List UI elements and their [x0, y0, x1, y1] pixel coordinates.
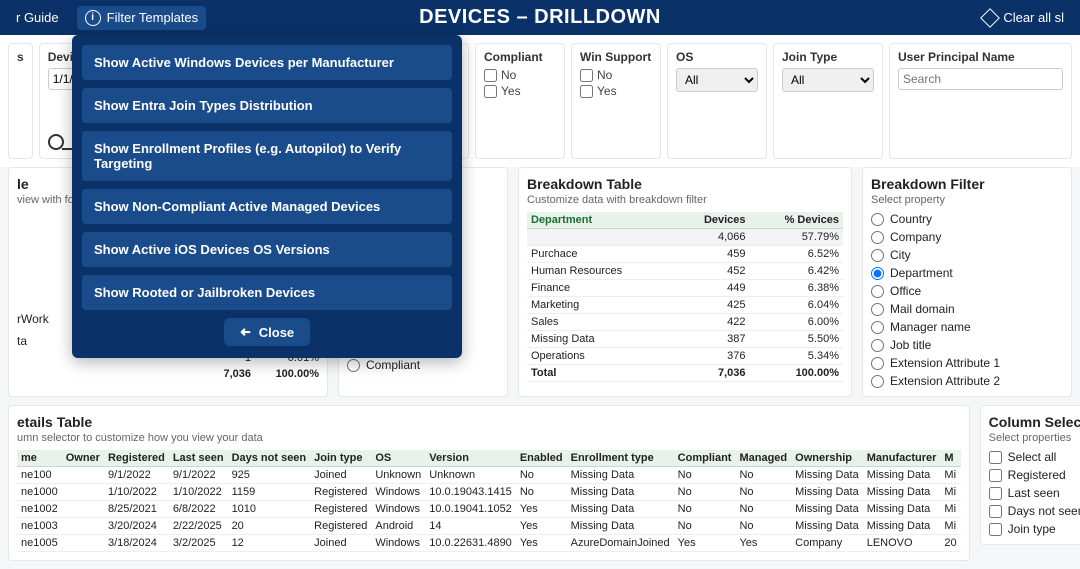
- column-header[interactable]: Join type: [310, 450, 371, 467]
- table-row[interactable]: Finance4496.38%: [527, 280, 843, 297]
- column-header[interactable]: M: [940, 450, 960, 467]
- extra-compliant[interactable]: Compliant: [347, 358, 499, 372]
- column-header[interactable]: Last seen: [169, 450, 228, 467]
- breakdown-filter-option[interactable]: Extension Attribute 1: [871, 356, 1063, 370]
- filter-templates-label: Filter Templates: [107, 10, 199, 25]
- table-row[interactable]: Human Resources4526.42%: [527, 263, 843, 280]
- column-selector-panel: Column Selector Select properties Select…: [980, 405, 1080, 545]
- winsupport-no[interactable]: No: [580, 68, 652, 82]
- compliant-yes[interactable]: Yes: [484, 84, 556, 98]
- template-item[interactable]: Show Enrollment Profiles (e.g. Autopilot…: [82, 131, 452, 181]
- user-guide-button[interactable]: r Guide: [8, 6, 67, 29]
- table-row[interactable]: ne10033/20/20242/22/202520RegisteredAndr…: [17, 518, 961, 535]
- column-selector-option[interactable]: Select all: [989, 450, 1080, 464]
- column-header[interactable]: Registered: [104, 450, 169, 467]
- column-header[interactable]: Enabled: [516, 450, 567, 467]
- clear-all-button[interactable]: Clear all sl: [975, 6, 1072, 29]
- table-row[interactable]: Sales4226.00%: [527, 314, 843, 331]
- column-selector-option[interactable]: Registered: [989, 468, 1080, 482]
- upn-search-input[interactable]: [898, 68, 1063, 90]
- winsupport-yes[interactable]: Yes: [580, 84, 652, 98]
- info-icon: i: [85, 10, 101, 26]
- column-header[interactable]: me: [17, 450, 62, 467]
- table-row[interactable]: 4,06657.79%: [527, 229, 843, 246]
- table-row[interactable]: Operations3765.34%: [527, 348, 843, 365]
- column-header[interactable]: Compliant: [674, 450, 736, 467]
- clear-label: Clear all sl: [1003, 10, 1064, 25]
- table-row[interactable]: Purchace4596.52%: [527, 246, 843, 263]
- table-row[interactable]: ne10001/10/20221/10/20221159RegisteredWi…: [17, 484, 961, 501]
- breakdown-table: Department Devices % Devices 4,06657.79%…: [527, 212, 843, 382]
- filter-winsupport: Win Support No Yes: [571, 43, 661, 159]
- details-table: meOwnerRegisteredLast seenDays not seenJ…: [17, 450, 961, 552]
- os-select[interactable]: All: [676, 68, 758, 92]
- breakdown-filter-option[interactable]: Mail domain: [871, 302, 1063, 316]
- filter-upn: User Principal Name: [889, 43, 1072, 159]
- breakdown-filter-option[interactable]: Department: [871, 266, 1063, 280]
- back-arrow-icon: ➜: [240, 324, 251, 340]
- breakdown-filter-option[interactable]: Extension Attribute 2: [871, 374, 1063, 388]
- table-row[interactable]: Marketing4256.04%: [527, 297, 843, 314]
- filter-templates-overlay: Show Active Windows Devices per Manufact…: [72, 35, 462, 358]
- guide-label: r Guide: [16, 10, 59, 25]
- filter-jointype: Join Type All: [773, 43, 883, 159]
- column-header[interactable]: Version: [425, 450, 516, 467]
- breakdown-filter-option[interactable]: Company: [871, 230, 1063, 244]
- breakdown-table-panel: Breakdown Table Customize data with brea…: [518, 167, 852, 397]
- column-header[interactable]: OS: [371, 450, 425, 467]
- filter-templates-button[interactable]: i Filter Templates: [77, 6, 207, 30]
- table-row[interactable]: Missing Data3875.50%: [527, 331, 843, 348]
- breakdown-filter-option[interactable]: Job title: [871, 338, 1063, 352]
- column-header[interactable]: Manufacturer: [863, 450, 941, 467]
- compliant-no[interactable]: No: [484, 68, 556, 82]
- column-header[interactable]: Ownership: [791, 450, 863, 467]
- template-item[interactable]: Show Rooted or Jailbroken Devices: [82, 275, 452, 310]
- column-selector-option[interactable]: Last seen: [989, 486, 1080, 500]
- column-selector-option[interactable]: Join type: [989, 522, 1080, 536]
- details-table-panel: etails Table umn selector to customize h…: [8, 405, 970, 561]
- eraser-icon: [980, 8, 1000, 28]
- breakdown-filter-option[interactable]: Country: [871, 212, 1063, 226]
- template-item[interactable]: Show Active iOS Devices OS Versions: [82, 232, 452, 267]
- breakdown-filter-option[interactable]: Manager name: [871, 320, 1063, 334]
- breakdown-filter-panel: Breakdown Filter Select property Country…: [862, 167, 1072, 397]
- breakdown-filter-option[interactable]: City: [871, 248, 1063, 262]
- filter-stub-left: s: [8, 43, 33, 159]
- template-item[interactable]: Show Active Windows Devices per Manufact…: [82, 45, 452, 80]
- template-item[interactable]: Show Entra Join Types Distribution: [82, 88, 452, 123]
- column-header[interactable]: Owner: [62, 450, 104, 467]
- close-overlay-button[interactable]: ➜ Close: [224, 318, 310, 346]
- column-header[interactable]: Enrollment type: [567, 450, 674, 467]
- table-row[interactable]: ne10028/25/20216/8/20221010RegisteredWin…: [17, 501, 961, 518]
- table-row[interactable]: ne1009/1/20229/1/2022925JoinedUnknownUnk…: [17, 467, 961, 484]
- jointype-select[interactable]: All: [782, 68, 874, 92]
- filter-compliant: Compliant No Yes: [475, 43, 565, 159]
- column-header[interactable]: Days not seen: [228, 450, 311, 467]
- column-header[interactable]: Managed: [735, 450, 791, 467]
- column-selector-option[interactable]: Days not seen: [989, 504, 1080, 518]
- filter-os: OS All: [667, 43, 767, 159]
- breakdown-filter-option[interactable]: Office: [871, 284, 1063, 298]
- table-row[interactable]: ne10053/18/20243/2/202512JoinedWindows10…: [17, 535, 961, 552]
- template-item[interactable]: Show Non-Compliant Active Managed Device…: [82, 189, 452, 224]
